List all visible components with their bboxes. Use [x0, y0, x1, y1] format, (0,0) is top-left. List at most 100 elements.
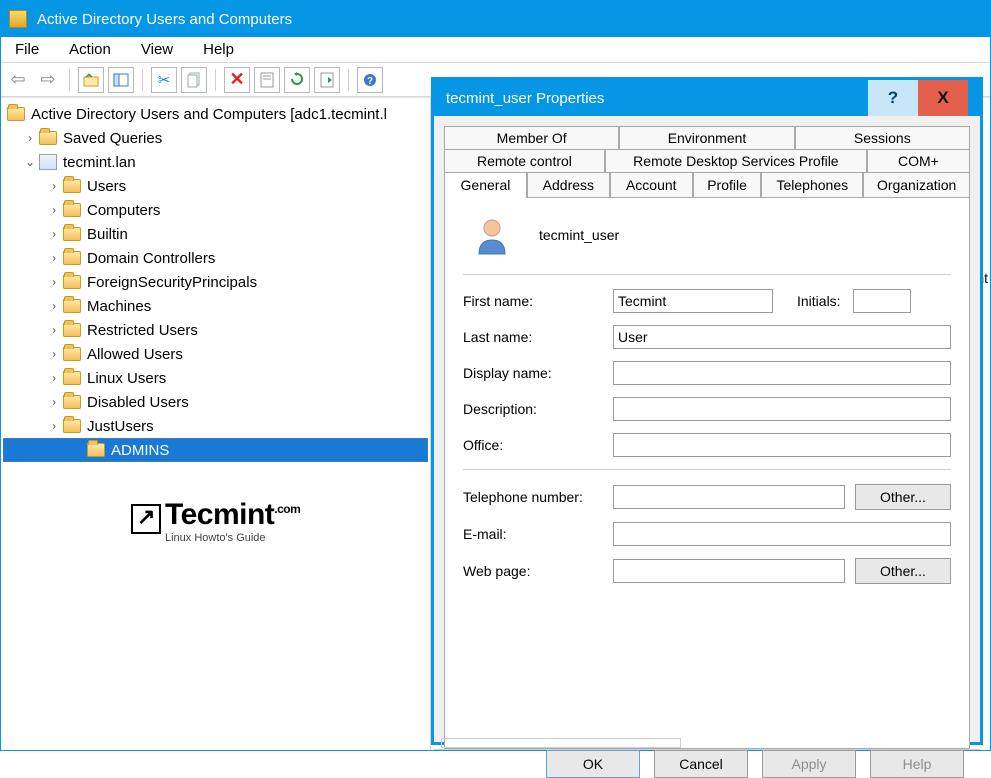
tab-profile[interactable]: Profile	[693, 172, 762, 197]
folder-icon	[7, 107, 25, 121]
apply-button[interactable]: Apply	[762, 750, 856, 778]
dialog-footer: OK Cancel Apply Help	[434, 749, 980, 778]
expand-icon[interactable]: ›	[23, 131, 37, 145]
cut-icon[interactable]: ✂	[151, 67, 177, 93]
properties-icon[interactable]	[254, 67, 280, 93]
tree-node-linux-users[interactable]: ›Linux Users	[3, 366, 428, 390]
expand-icon[interactable]: ›	[47, 395, 61, 409]
titlebar[interactable]: Active Directory Users and Computers	[1, 1, 990, 37]
tab-general[interactable]: General	[444, 172, 527, 198]
tab-telephones[interactable]: Telephones	[761, 172, 863, 197]
last-name-input[interactable]	[613, 325, 951, 349]
tree-node-foreignsecurityprincipals[interactable]: ›ForeignSecurityPrincipals	[3, 270, 428, 294]
tab-address[interactable]: Address	[527, 172, 610, 197]
menu-help[interactable]: Help	[197, 39, 240, 60]
watermark-logo: Tecmint.com Linux Howto's Guide	[131, 498, 300, 544]
telephone-input[interactable]	[613, 485, 845, 509]
main-window: Active Directory Users and Computers Fil…	[0, 0, 991, 751]
up-folder-icon[interactable]	[78, 67, 104, 93]
dialog-title: tecmint_user Properties	[446, 90, 604, 107]
folder-icon	[87, 443, 105, 457]
svg-text:?: ?	[367, 76, 373, 87]
ok-button[interactable]: OK	[546, 750, 640, 778]
nav-back-icon[interactable]: ⇦	[5, 67, 31, 93]
show-hide-tree-icon[interactable]	[108, 67, 134, 93]
folder-icon	[63, 371, 81, 385]
office-input[interactable]	[613, 433, 951, 457]
tab-account[interactable]: Account	[610, 172, 693, 197]
tab-sessions[interactable]: Sessions	[795, 126, 970, 149]
tree-node-justusers[interactable]: ›JustUsers	[3, 414, 428, 438]
expand-icon[interactable]: ›	[47, 251, 61, 265]
expand-icon[interactable]: ›	[47, 275, 61, 289]
copy-icon[interactable]	[181, 67, 207, 93]
tab-organization[interactable]: Organization	[863, 172, 970, 197]
tab-remote-desktop-services-profile[interactable]: Remote Desktop Services Profile	[605, 149, 867, 172]
menu-action[interactable]: Action	[63, 39, 117, 60]
telephone-label: Telephone number:	[463, 489, 613, 505]
expand-icon[interactable]: ›	[47, 419, 61, 433]
folder-icon	[63, 179, 81, 193]
display-name-input[interactable]	[613, 361, 951, 385]
dialog-close-button[interactable]: X	[918, 80, 968, 116]
bottom-border-fragment	[441, 738, 681, 748]
help-button[interactable]: Help	[870, 750, 964, 778]
first-name-input[interactable]	[613, 289, 773, 313]
tab-remote-control[interactable]: Remote control	[444, 149, 605, 172]
tree-saved-queries[interactable]: ›Saved Queries	[3, 126, 428, 150]
nav-forward-icon[interactable]: ⇨	[35, 67, 61, 93]
tab-body-general: tecmint_user First name: Initials: Last …	[444, 197, 970, 749]
delete-icon[interactable]: ✕	[224, 67, 250, 93]
tree-domain[interactable]: ⌄tecmint.lan	[3, 150, 428, 174]
tree-root[interactable]: Active Directory Users and Computers [ad…	[3, 102, 428, 126]
tree-node-admins[interactable]: ADMINS	[3, 438, 428, 462]
last-name-label: Last name:	[463, 329, 613, 345]
initials-input[interactable]	[853, 289, 911, 313]
web-other-button[interactable]: Other...	[855, 558, 951, 584]
tree-node-disabled-users[interactable]: ›Disabled Users	[3, 390, 428, 414]
telephone-other-button[interactable]: Other...	[855, 484, 951, 510]
web-page-input[interactable]	[613, 559, 845, 583]
folder-icon	[63, 275, 81, 289]
help-icon[interactable]: ?	[357, 67, 383, 93]
menubar: File Action View Help	[1, 37, 990, 63]
description-input[interactable]	[613, 397, 951, 421]
tree-node-computers[interactable]: ›Computers	[3, 198, 428, 222]
tab-environment[interactable]: Environment	[619, 126, 794, 149]
expand-icon[interactable]: ›	[47, 323, 61, 337]
dialog-titlebar[interactable]: tecmint_user Properties ? X	[434, 80, 980, 116]
expand-icon[interactable]: ›	[47, 299, 61, 313]
window-title: Active Directory Users and Computers	[37, 11, 292, 28]
tree-node-restricted-users[interactable]: ›Restricted Users	[3, 318, 428, 342]
email-input[interactable]	[613, 522, 951, 546]
export-list-icon[interactable]	[314, 67, 340, 93]
collapse-icon[interactable]: ⌄	[23, 155, 37, 169]
domain-icon	[39, 154, 57, 170]
tree-node-builtin[interactable]: ›Builtin	[3, 222, 428, 246]
web-page-label: Web page:	[463, 563, 613, 579]
tab-complus[interactable]: COM+	[867, 149, 970, 172]
cancel-button[interactable]: Cancel	[654, 750, 748, 778]
expand-icon[interactable]: ›	[47, 371, 61, 385]
expand-icon[interactable]: ›	[47, 179, 61, 193]
menu-view[interactable]: View	[135, 39, 179, 60]
dialog-help-button[interactable]: ?	[868, 80, 918, 116]
refresh-icon[interactable]	[284, 67, 310, 93]
initials-label: Initials:	[797, 293, 853, 309]
folder-icon	[63, 323, 81, 337]
folder-icon	[63, 299, 81, 313]
tree-pane: Active Directory Users and Computers [ad…	[1, 98, 431, 750]
tab-member-of[interactable]: Member Of	[444, 126, 619, 149]
expand-icon[interactable]: ›	[47, 227, 61, 241]
properties-dialog: tecmint_user Properties ? X Member OfEnv…	[431, 77, 983, 745]
tree-node-users[interactable]: ›Users	[3, 174, 428, 198]
tree-node-allowed-users[interactable]: ›Allowed Users	[3, 342, 428, 366]
expand-icon[interactable]: ›	[47, 203, 61, 217]
folder-icon	[63, 227, 81, 241]
menu-file[interactable]: File	[9, 39, 45, 60]
expand-icon[interactable]: ›	[47, 347, 61, 361]
folder-icon	[39, 131, 57, 145]
tree-node-domain-controllers[interactable]: ›Domain Controllers	[3, 246, 428, 270]
tree-node-machines[interactable]: ›Machines	[3, 294, 428, 318]
office-label: Office:	[463, 437, 613, 453]
